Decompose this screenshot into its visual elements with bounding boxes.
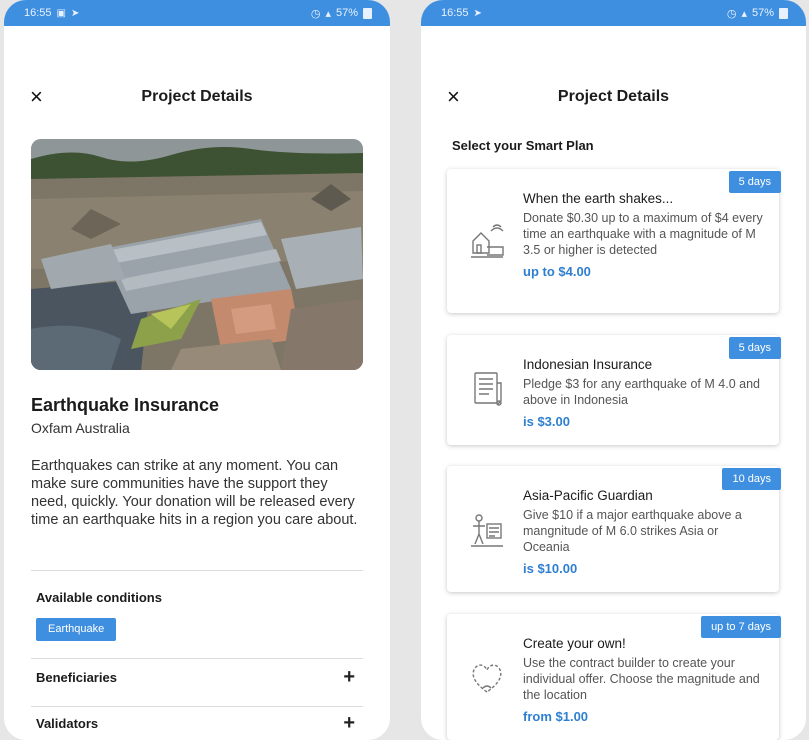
project-description: Earthquakes can strike at any moment. Yo… [31,458,358,528]
page-title: Project Details [557,88,670,105]
plan-title: Indonesian Insurance [523,357,653,372]
plan-description: Give $10 if a major earthquake above a m… [523,508,742,554]
project-image [31,139,363,370]
plan-title: Asia-Pacific Guardian [523,488,653,503]
plan-card-asia-pacific-guardian[interactable]: 10 days Asia-Pacific Guardian Give $10 i… [447,466,781,592]
status-bar: 16:55 ➤ ◷ ▴ 57% [421,0,806,26]
house-shake-icon [471,224,504,258]
plan-title: When the earth shakes... [523,191,674,206]
expand-plus-icon[interactable]: + [343,666,355,689]
beneficiaries-section[interactable]: Beneficiaries + [31,662,363,692]
plan-card-create-your-own[interactable]: up to 7 days Create your own! Use the co… [447,614,781,740]
battery-level: 57% [335,7,358,19]
select-plan-heading: Select your Smart Plan [452,138,594,153]
battery-level: 57% [751,7,774,19]
gallery-icon: ▣ [56,7,66,19]
close-icon[interactable]: × [30,86,43,108]
alarm-icon: ◷ [726,7,737,20]
heart-icon [472,664,502,693]
app-header: × Project Details [421,86,806,110]
telegram-icon: ➤ [473,7,482,19]
beneficiaries-label: Beneficiaries [36,670,117,685]
plan-price: up to $4.00 [523,264,591,279]
signal-icon: ▴ [325,7,331,20]
duration-badge: 10 days [722,468,781,490]
telegram-icon: ➤ [70,7,80,19]
divider [31,658,363,659]
phone-project-details: 16:55 ▣ ➤ ◷ ▴ 57% × Project Details Eart… [4,0,390,740]
plan-card-earth-shakes[interactable]: 5 days When the earth shakes... Donate $… [447,169,781,313]
battery-icon [779,7,788,19]
validators-section[interactable]: Validators + [31,708,363,738]
duration-badge: up to 7 days [701,616,781,638]
plan-description: Use the contract builder to create your … [523,656,760,702]
alarm-icon: ◷ [310,7,321,20]
plan-price: is $3.00 [523,414,570,429]
condition-chip-earthquake[interactable]: Earthquake [36,618,117,641]
plan-description: Donate $0.30 up to a maximum of $4 every… [523,211,763,257]
divider [31,706,363,707]
validators-label: Validators [36,716,99,731]
duration-badge: 5 days [728,171,781,193]
available-conditions-label: Available conditions [36,590,162,605]
project-organization: Oxfam Australia [31,420,130,436]
signal-icon: ▴ [741,7,747,20]
battery-icon [363,7,372,19]
phone-smart-plan: 16:55 ➤ ◷ ▴ 57% × Project Details Select… [421,0,806,740]
close-icon[interactable]: × [447,86,460,108]
plan-card-indonesian-insurance[interactable]: 5 days Indonesian Insurance Pledge $3 fo… [447,335,781,445]
project-title: Earthquake Insurance [31,395,220,415]
earthquake-rubble-image [31,139,363,370]
plan-description: Pledge $3 for any earthquake of M 4.0 an… [523,377,760,407]
page-title: Project Details [141,88,253,105]
app-header: × Project Details [4,86,390,110]
plan-price: is $10.00 [523,561,578,576]
status-time: 16:55 [441,7,469,19]
plan-price: from $1.00 [523,709,589,724]
helper-icon [471,514,503,547]
plan-title: Create your own! [523,636,626,651]
duration-badge: 5 days [728,337,781,359]
expand-plus-icon[interactable]: + [343,712,355,735]
status-time: 16:55 [24,7,52,19]
status-bar: 16:55 ▣ ➤ ◷ ▴ 57% [4,0,390,26]
divider [31,570,363,571]
document-icon [474,372,502,406]
